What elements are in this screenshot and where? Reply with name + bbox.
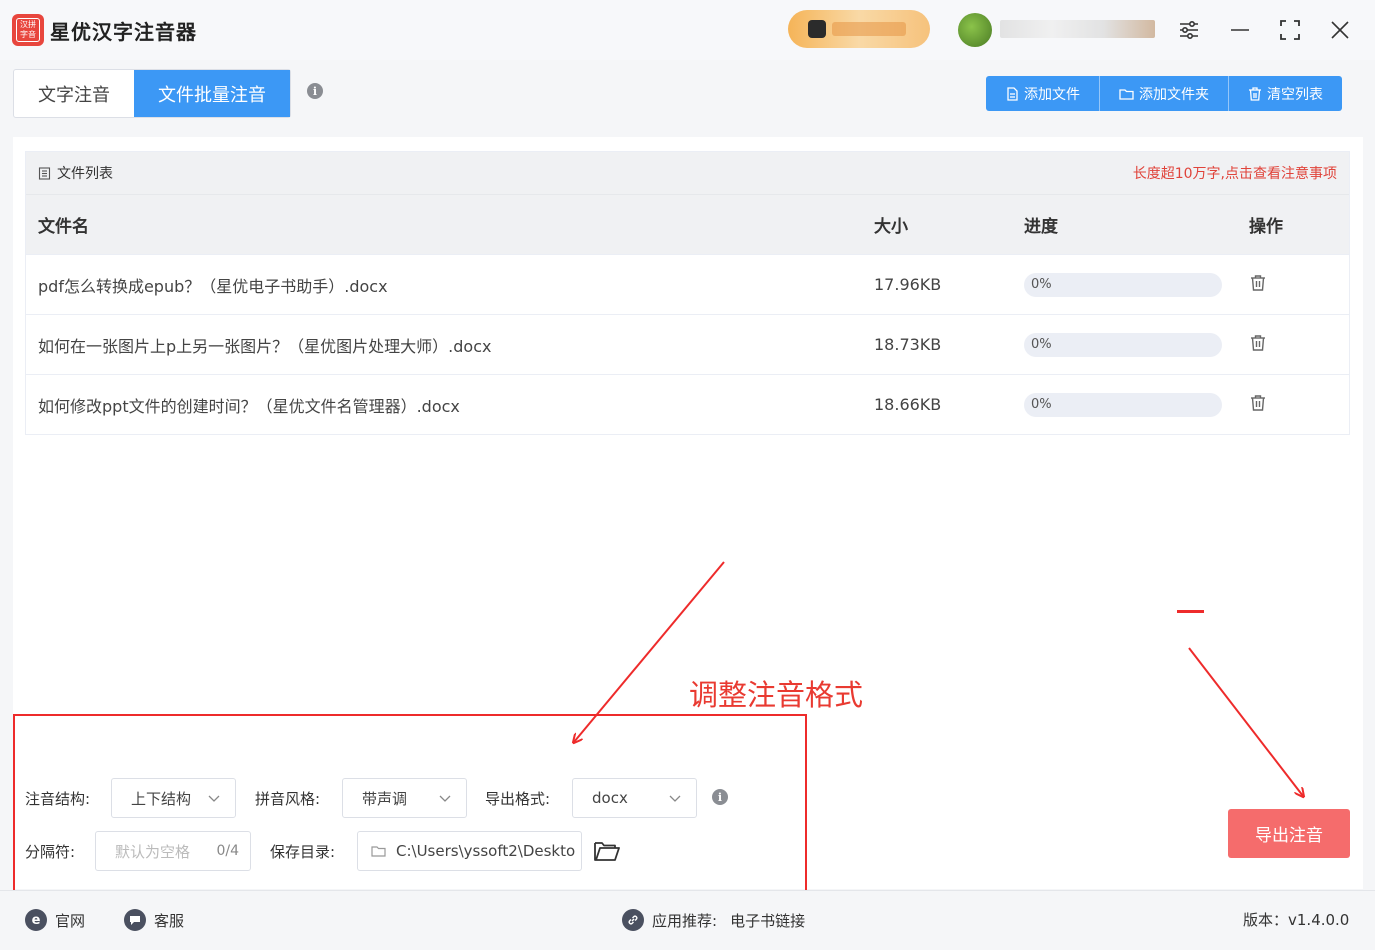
vip-badge[interactable] bbox=[788, 10, 930, 48]
toolbar: 添加文件 添加文件夹 清空列表 bbox=[986, 76, 1342, 111]
settings-sliders-icon[interactable] bbox=[1174, 14, 1204, 46]
app-title: 星优汉字注音器 bbox=[50, 20, 197, 44]
support-label: 客服 bbox=[154, 911, 185, 930]
table-row[interactable]: pdf怎么转换成epub？（星优电子书助手）.docx 17.96KB 0% bbox=[26, 254, 1349, 314]
delete-row-trash-icon[interactable] bbox=[1249, 394, 1267, 412]
table-row[interactable]: 如何修改ppt文件的创建时间？（星优文件名管理器）.docx 18.66KB 0… bbox=[26, 374, 1349, 434]
export-button[interactable]: 导出注音 bbox=[1228, 809, 1350, 858]
progress-text: 0% bbox=[1031, 397, 1052, 412]
recommend-label: 应用推荐: bbox=[652, 911, 718, 930]
username-blurred[interactable] bbox=[1000, 20, 1155, 38]
link-icon bbox=[622, 909, 644, 931]
vip-text-blurred bbox=[832, 22, 906, 36]
tab-text-annotation[interactable]: 文字注音 bbox=[14, 70, 134, 117]
folder-icon bbox=[1119, 87, 1134, 101]
add-folder-button[interactable]: 添加文件夹 bbox=[1100, 76, 1229, 111]
minimize-icon[interactable] bbox=[1225, 14, 1255, 46]
ebook-link[interactable]: 电子书链接 bbox=[730, 910, 805, 931]
version-text: 版本：v1.4.0.0 bbox=[1243, 911, 1350, 929]
app-logo-text: 汉拼字音 bbox=[16, 18, 40, 42]
file-size: 17.96KB bbox=[874, 275, 942, 294]
delete-row-trash-icon[interactable] bbox=[1249, 274, 1267, 292]
column-header-size: 大小 bbox=[874, 217, 908, 237]
website-link[interactable]: e 官网 bbox=[25, 909, 85, 931]
column-header-name: 文件名 bbox=[38, 217, 89, 237]
progress-bar: 0% bbox=[1024, 392, 1222, 417]
mode-tabs: 文字注音 文件批量注音 bbox=[13, 69, 291, 118]
clear-list-button[interactable]: 清空列表 bbox=[1229, 76, 1342, 111]
table-header: 文件名 大小 进度 操作 bbox=[26, 194, 1349, 254]
file-name: 如何修改ppt文件的创建时间？（星优文件名管理器）.docx bbox=[38, 396, 460, 416]
column-header-progress: 进度 bbox=[1024, 217, 1058, 237]
clear-list-label: 清空列表 bbox=[1267, 86, 1323, 103]
column-header-action: 操作 bbox=[1249, 217, 1283, 237]
list-icon bbox=[38, 166, 51, 180]
annotation-dash bbox=[1177, 610, 1204, 613]
progress-text: 0% bbox=[1031, 337, 1052, 352]
annotation-highlight-box bbox=[13, 714, 807, 892]
delete-row-trash-icon[interactable] bbox=[1249, 334, 1267, 352]
recommend-area: 应用推荐: 电子书链接 bbox=[622, 909, 805, 931]
app-logo: 汉拼字音 bbox=[12, 14, 44, 46]
add-folder-label: 添加文件夹 bbox=[1139, 86, 1209, 103]
add-file-button[interactable]: 添加文件 bbox=[986, 76, 1100, 111]
support-link[interactable]: 客服 bbox=[124, 909, 184, 931]
vip-icon bbox=[808, 20, 826, 38]
file-list: 文件列表 长度超10万字,点击查看注意事项 文件名 大小 进度 操作 pdf怎么… bbox=[25, 151, 1350, 435]
close-icon[interactable] bbox=[1325, 14, 1355, 46]
maximize-icon[interactable] bbox=[1275, 14, 1305, 46]
ie-icon: e bbox=[25, 909, 47, 931]
length-notice-link[interactable]: 长度超10万字,点击查看注意事项 bbox=[1133, 163, 1337, 183]
file-size: 18.66KB bbox=[874, 395, 942, 414]
chat-icon bbox=[124, 909, 146, 931]
annotation-text: 调整注音格式 bbox=[689, 678, 864, 712]
file-list-title: 文件列表 bbox=[57, 166, 113, 182]
file-list-header: 文件列表 长度超10万字,点击查看注意事项 bbox=[26, 152, 1349, 194]
file-name: 如何在一张图片上p上另一张图片？（星优图片处理大师）.docx bbox=[38, 336, 492, 356]
tab-batch-file-annotation[interactable]: 文件批量注音 bbox=[134, 70, 290, 117]
table-row[interactable]: 如何在一张图片上p上另一张图片？（星优图片处理大师）.docx 18.73KB … bbox=[26, 314, 1349, 374]
info-icon[interactable]: i bbox=[307, 83, 323, 99]
file-name: pdf怎么转换成epub？（星优电子书助手）.docx bbox=[38, 276, 388, 296]
website-label: 官网 bbox=[55, 911, 86, 930]
trash-icon bbox=[1248, 86, 1262, 101]
title-bar: 汉拼字音 星优汉字注音器 bbox=[0, 0, 1375, 60]
file-icon bbox=[1005, 86, 1019, 101]
avatar[interactable] bbox=[958, 13, 992, 47]
file-size: 18.73KB bbox=[874, 335, 942, 354]
progress-text: 0% bbox=[1031, 277, 1052, 292]
progress-bar: 0% bbox=[1024, 332, 1222, 357]
progress-bar: 0% bbox=[1024, 272, 1222, 297]
footer: e 官网 客服 应用推荐: 电子书链接 版本：v1.4.0.0 bbox=[0, 890, 1375, 950]
add-file-label: 添加文件 bbox=[1024, 86, 1080, 103]
